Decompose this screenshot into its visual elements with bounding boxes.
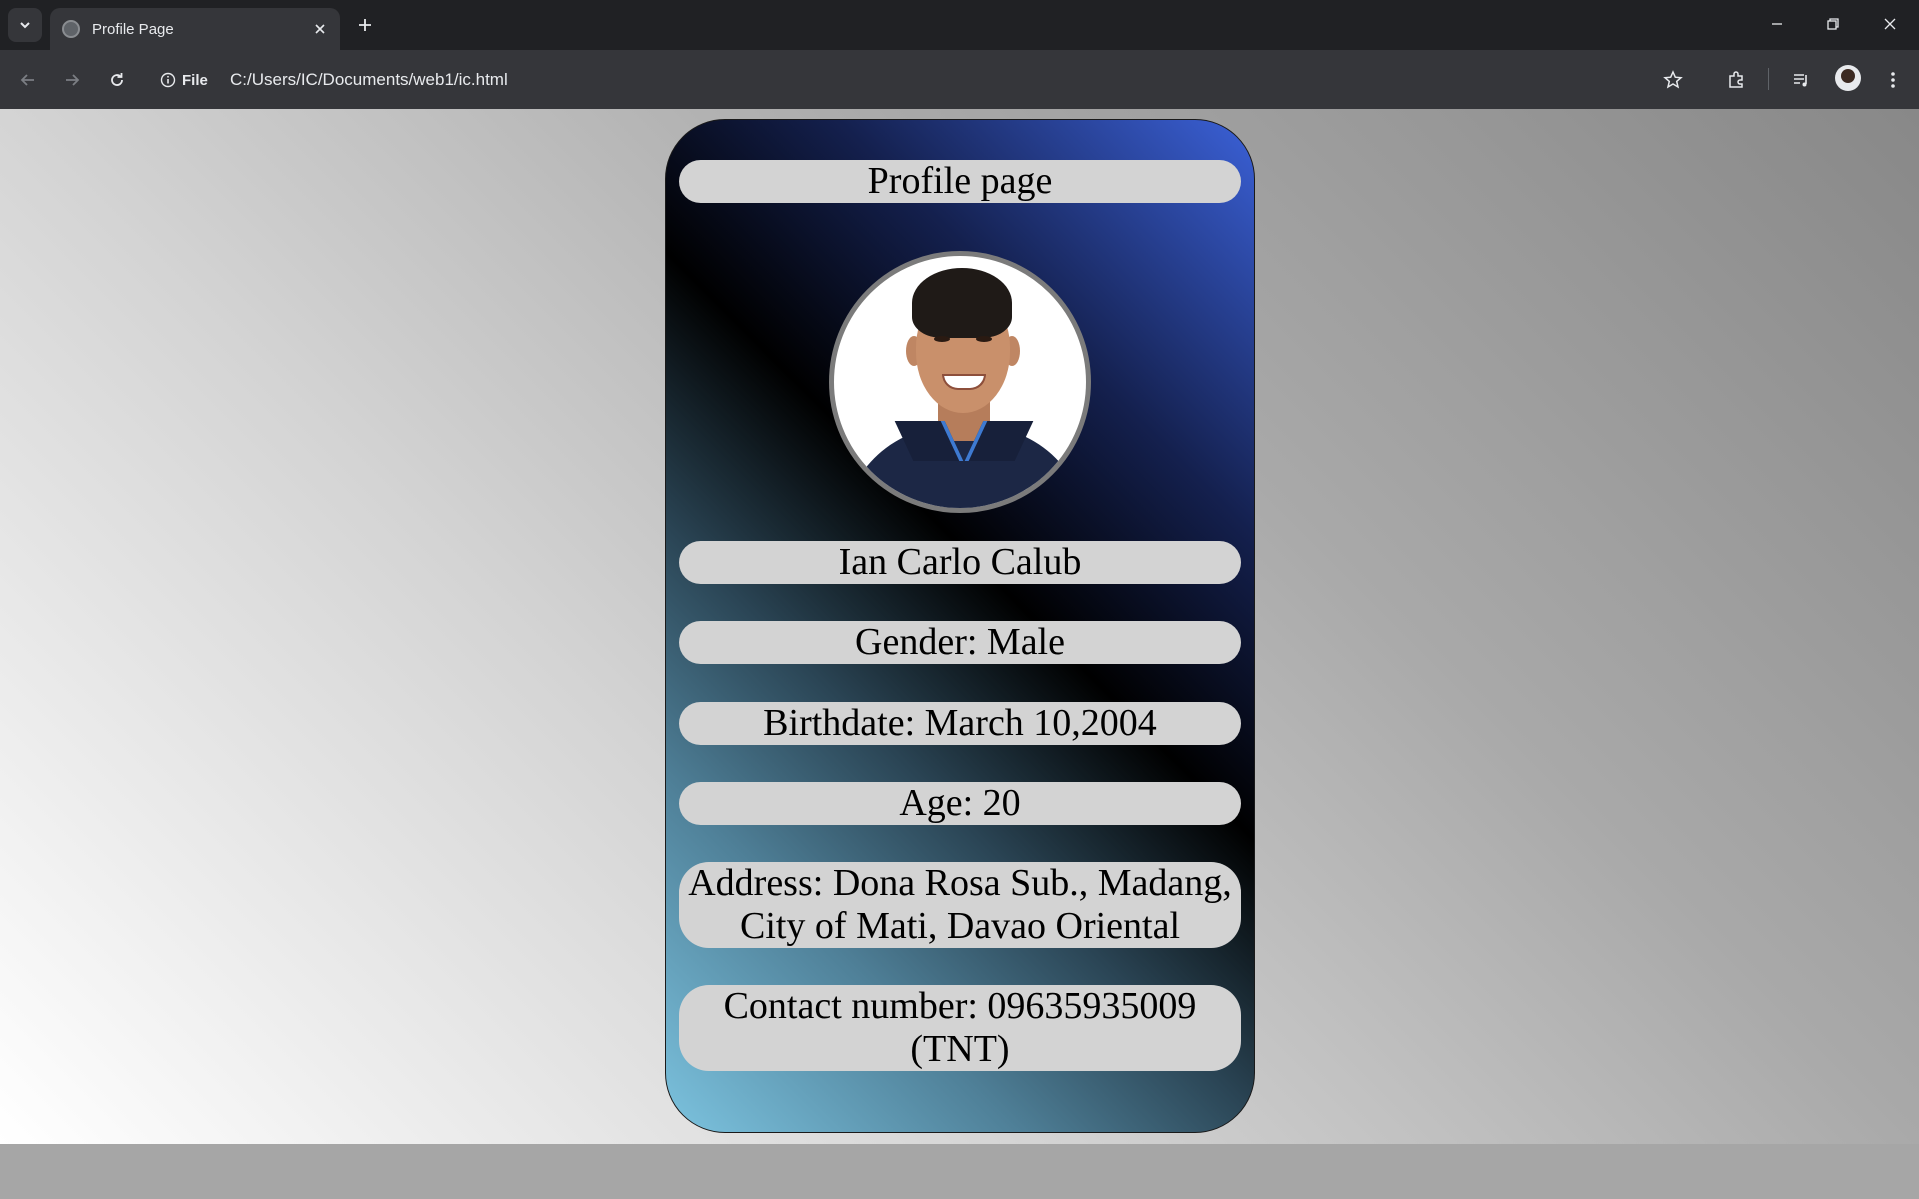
close-icon	[1884, 18, 1896, 30]
restore-button[interactable]	[1813, 8, 1853, 40]
page-viewport: Profile page Ian Carlo Calub Gender: Mal…	[0, 109, 1919, 1144]
reload-button[interactable]	[101, 64, 133, 96]
tab-close-button[interactable]	[310, 19, 330, 39]
tab-title: Profile Page	[92, 20, 174, 38]
forward-button[interactable]	[56, 64, 88, 96]
info-icon	[160, 72, 176, 88]
extensions-button[interactable]	[1720, 64, 1752, 96]
reload-icon	[111, 73, 123, 86]
browser-toolbar: File C:/Users/IC/Documents/web1/ic.html	[0, 50, 1919, 109]
media-controls-button[interactable]	[1785, 64, 1817, 96]
site-info-button[interactable]: File	[160, 66, 208, 94]
bookmark-button[interactable]	[1657, 64, 1689, 96]
profile-avatar[interactable]	[1835, 65, 1861, 91]
close-window-button[interactable]	[1870, 8, 1910, 40]
profile-address: Address: Dona Rosa Sub., Madang, City of…	[679, 862, 1241, 948]
arrow-left-icon	[20, 74, 34, 86]
profile-age: Age: 20	[679, 782, 1241, 825]
new-tab-button[interactable]	[352, 12, 378, 38]
toolbar-divider	[1768, 68, 1769, 90]
globe-icon	[62, 20, 80, 38]
profile-birthdate: Birthdate: March 10,2004	[679, 702, 1241, 745]
site-info-label: File	[182, 71, 208, 89]
profile-name: Ian Carlo Calub	[679, 541, 1241, 584]
star-icon	[1663, 70, 1683, 89]
arrow-right-icon	[66, 74, 80, 86]
playlist-icon	[1794, 74, 1807, 87]
bottom-strip	[0, 1144, 1919, 1199]
back-button[interactable]	[12, 64, 44, 96]
tab-strip: Profile Page	[0, 0, 1919, 50]
puzzle-icon	[1729, 71, 1743, 88]
chevron-down-icon	[20, 22, 30, 29]
minimize-button[interactable]	[1757, 8, 1797, 40]
page-heading: Profile page	[679, 160, 1241, 203]
profile-gender: Gender: Male	[679, 621, 1241, 664]
profile-contact: Contact number: 09635935009 (TNT)	[679, 985, 1241, 1071]
more-vertical-icon	[1891, 72, 1895, 88]
address-bar[interactable]: C:/Users/IC/Documents/web1/ic.html	[230, 70, 508, 90]
profile-photo	[829, 251, 1091, 513]
browser-menu-button[interactable]	[1877, 64, 1909, 96]
restore-icon	[1827, 18, 1839, 30]
active-tab[interactable]: Profile Page	[50, 8, 340, 50]
minimize-icon	[1772, 23, 1782, 25]
profile-card: Profile page Ian Carlo Calub Gender: Mal…	[665, 119, 1255, 1133]
plus-icon	[359, 19, 371, 31]
close-icon	[315, 24, 325, 34]
tab-search-button[interactable]	[8, 8, 42, 42]
